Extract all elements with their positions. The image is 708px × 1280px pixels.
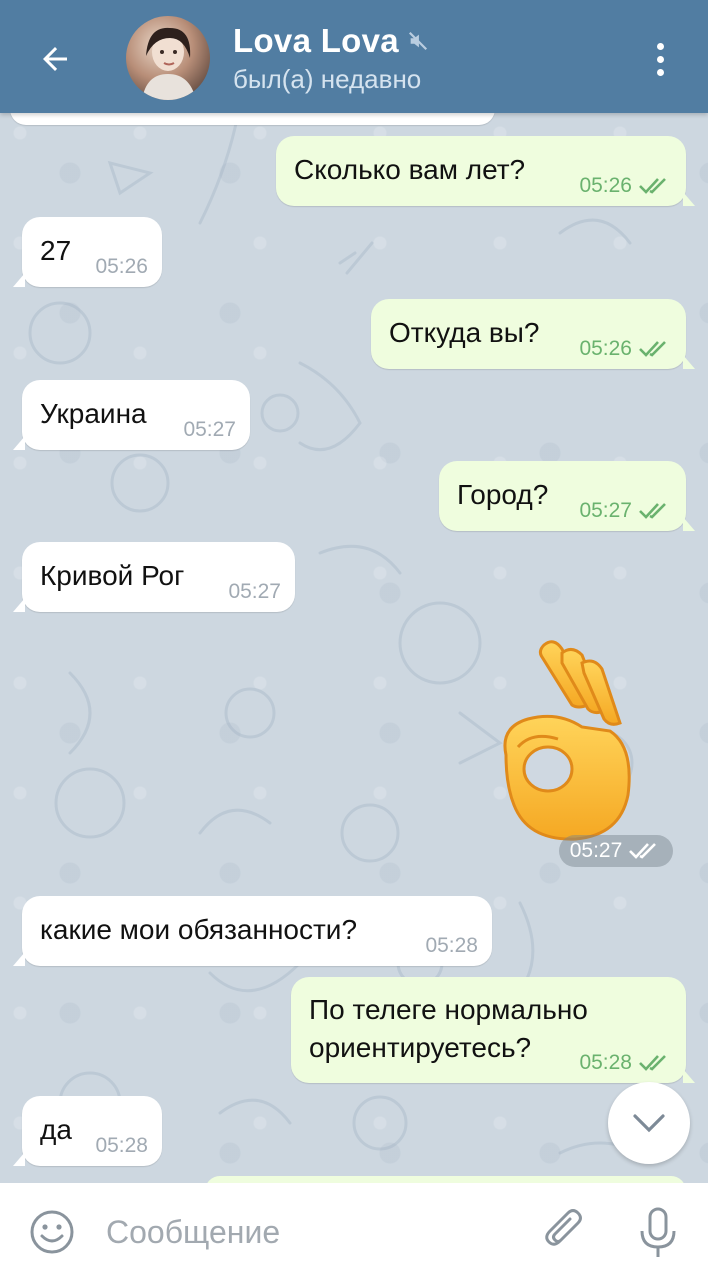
- ok-hand-sticker[interactable]: [492, 635, 638, 845]
- message-time: 05:27: [569, 839, 623, 862]
- chat-header: Lova Lova был(а) недавно: [0, 0, 708, 113]
- message-time: 05:28: [95, 1134, 148, 1157]
- message-time: 05:26: [579, 174, 632, 197]
- message-bubble-outgoing[interactable]: Откуда вы? 05:26: [371, 299, 695, 369]
- message-text: Кривой Рог: [40, 560, 185, 591]
- message-input[interactable]: [104, 1203, 528, 1261]
- message-bubble-incoming[interactable]: 27 05:26: [13, 217, 162, 287]
- message-bubble-incoming[interactable]: да 05:28: [13, 1096, 162, 1166]
- contact-name: Lova Lova: [233, 22, 399, 59]
- double-check-icon: [629, 843, 657, 859]
- message-text: какие мои обязанности?: [40, 914, 358, 945]
- double-check-icon: [639, 178, 666, 194]
- scroll-down-button[interactable]: [608, 1082, 690, 1164]
- back-arrow-icon: [43, 47, 67, 71]
- message-time: 05:27: [579, 499, 632, 522]
- sticker-meta: 05:27: [559, 835, 673, 867]
- mic-icon: [640, 1207, 676, 1257]
- message-meta: 05:28: [425, 934, 478, 958]
- message-meta: 05:27: [183, 418, 236, 442]
- message-text: Украина: [40, 398, 147, 429]
- mute-icon: [407, 30, 429, 52]
- emoji-icon: [30, 1210, 74, 1254]
- message-time: 05:28: [579, 1051, 632, 1074]
- message-time: 05:28: [425, 934, 478, 957]
- message-bubble-incoming[interactable]: какие мои обязанности? 05:28: [13, 896, 492, 966]
- message-time: 05:27: [183, 418, 236, 441]
- back-button[interactable]: [30, 34, 80, 84]
- emoji-button[interactable]: [28, 1208, 76, 1256]
- message-time: 05:27: [228, 580, 281, 603]
- message-text: По телеге нормально ориентируетесь?: [309, 994, 588, 1063]
- message-meta: 05:26: [579, 174, 672, 198]
- message-text: Откуда вы?: [389, 317, 540, 348]
- voice-message-button[interactable]: [636, 1205, 680, 1261]
- message-meta: 05:27: [228, 580, 281, 604]
- ok-hand-emoji: [503, 640, 631, 841]
- chevron-down-icon: [633, 1114, 665, 1133]
- message-time: 05:26: [95, 255, 148, 278]
- message-meta: 05:26: [579, 337, 672, 361]
- message-meta: 05:27: [579, 499, 672, 523]
- message-list[interactable]: Сколько вам лет? 05:26 27 05:26 Откуда в…: [0, 113, 708, 1183]
- message-meta: 05:28: [579, 1051, 672, 1075]
- message-input-bar: [0, 1183, 708, 1280]
- more-vertical-icon: [656, 42, 664, 50]
- message-time: 05:26: [579, 337, 632, 360]
- message-bubble-partial[interactable]: [10, 113, 495, 125]
- message-text: Город?: [457, 479, 549, 510]
- last-seen-status: был(а) недавно: [233, 64, 422, 94]
- message-text: 27: [40, 235, 72, 266]
- attach-icon: [545, 1209, 582, 1246]
- attach-button[interactable]: [540, 1205, 592, 1257]
- message-meta: 05:26: [95, 255, 148, 279]
- message-bubble-outgoing[interactable]: Город? 05:27: [439, 461, 695, 531]
- message-text: да: [40, 1114, 72, 1145]
- message-bubble-incoming[interactable]: Украина 05:27: [13, 380, 250, 450]
- double-check-icon: [639, 503, 666, 519]
- message-bubble-outgoing[interactable]: По телеге нормально ориентируетесь? 05:2…: [291, 977, 695, 1083]
- double-check-icon: [639, 341, 666, 357]
- message-bubble-incoming[interactable]: Кривой Рог 05:27: [13, 542, 295, 612]
- message-bubble-outgoing[interactable]: Сколько вам лет? 05:26: [276, 136, 695, 206]
- message-meta: 05:28: [95, 1134, 148, 1158]
- more-options-button[interactable]: [640, 34, 680, 84]
- message-text: Сколько вам лет?: [294, 154, 526, 185]
- message-bubble-partial[interactable]: [205, 1176, 686, 1183]
- avatar[interactable]: [126, 16, 210, 100]
- chat-title[interactable]: Lova Lova: [233, 22, 429, 60]
- double-check-icon: [639, 1055, 666, 1071]
